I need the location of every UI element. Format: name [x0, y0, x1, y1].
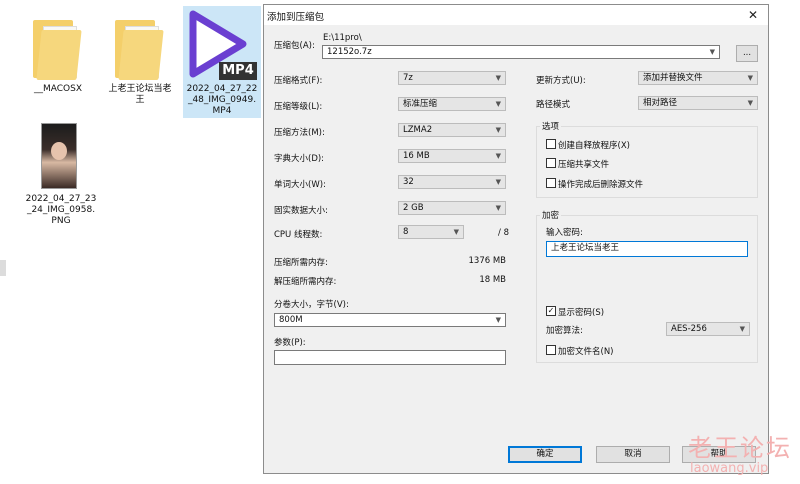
- show-password-label: 显示密码(S): [558, 308, 605, 318]
- encryption-title: 加密: [540, 209, 562, 221]
- file-label: __MACOSX: [33, 84, 82, 94]
- password-label: 输入密码:: [546, 228, 583, 238]
- watermark-logo: 老王论坛: [688, 434, 792, 462]
- shared-checkbox[interactable]: [546, 158, 556, 168]
- threads-select[interactable]: 8 ▼: [398, 225, 464, 239]
- add-to-archive-dialog: 添加到压缩包 ✕ 压缩包(A): E:\11pro\ 12152o.7z ▼ ..…: [263, 4, 769, 474]
- dialog-title: 添加到压缩包: [267, 12, 325, 23]
- dict-select[interactable]: 16 MB ▼: [398, 149, 506, 163]
- solid-select[interactable]: 2 GB ▼: [398, 201, 506, 215]
- word-select[interactable]: 32 ▼: [398, 175, 506, 189]
- watermark-url: laowang.vip: [690, 461, 769, 476]
- mem-comp-value: 1376 MB: [468, 256, 507, 266]
- split-label: 分卷大小，字节(V):: [274, 300, 349, 310]
- folder-macosx[interactable]: __MACOSX: [19, 6, 97, 94]
- path-label: 路径模式: [536, 100, 571, 110]
- browse-button[interactable]: ...: [736, 45, 758, 62]
- delete-source-label: 操作完成后删除源文件: [558, 180, 644, 190]
- archive-path: E:\11pro\: [323, 33, 362, 43]
- password-input[interactable]: 上老王论坛当老王: [546, 241, 748, 257]
- params-label: 参数(P):: [274, 338, 306, 348]
- mem-decomp-label: 解压缩所需内存:: [274, 277, 337, 287]
- options-title: 选项: [540, 120, 562, 132]
- dict-label: 字典大小(D):: [274, 154, 325, 164]
- folder-icon: [33, 16, 83, 80]
- mem-comp-label: 压缩所需内存:: [274, 258, 328, 268]
- sfx-label: 创建自释放程序(X): [558, 141, 630, 151]
- ok-button[interactable]: 确定: [508, 446, 582, 463]
- level-select[interactable]: 标准压缩 ▼: [398, 97, 506, 111]
- file-label: 上老王论坛当老王: [108, 84, 172, 105]
- update-label: 更新方式(U):: [536, 76, 586, 86]
- word-label: 单词大小(W):: [274, 180, 326, 190]
- mem-decomp-value: 18 MB: [479, 275, 506, 285]
- algo-label: 加密算法:: [546, 326, 583, 336]
- shared-label: 压缩共享文件: [558, 160, 610, 170]
- file-label: 2022_04_27_22 _48_IMG_0949. MP4: [186, 84, 258, 116]
- delete-source-checkbox[interactable]: [546, 178, 556, 188]
- sfx-checkbox[interactable]: [546, 139, 556, 149]
- encrypt-names-checkbox[interactable]: [546, 345, 556, 355]
- close-icon[interactable]: ✕: [740, 5, 766, 25]
- scrollbar-fragment: [0, 260, 6, 276]
- params-input[interactable]: [274, 350, 506, 365]
- level-label: 压缩等级(L):: [274, 102, 323, 112]
- archive-label: 压缩包(A):: [274, 41, 315, 51]
- video-file-mp4[interactable]: MP4 2022_04_27_22 _48_IMG_0949. MP4: [183, 6, 261, 118]
- threads-max: / 8: [498, 228, 509, 238]
- solid-label: 固实数据大小:: [274, 206, 328, 216]
- split-combo[interactable]: 800M ▼: [274, 313, 506, 327]
- cancel-button[interactable]: 取消: [596, 446, 670, 463]
- chevron-down-icon: ▼: [709, 48, 715, 56]
- format-label: 压缩格式(F):: [274, 76, 323, 86]
- algo-select[interactable]: AES-256 ▼: [666, 322, 750, 336]
- method-label: 压缩方法(M):: [274, 128, 325, 138]
- title-bar: 添加到压缩包 ✕: [264, 5, 768, 25]
- archive-name-combo[interactable]: 12152o.7z ▼: [322, 45, 720, 59]
- threads-label: CPU 线程数:: [274, 230, 323, 240]
- method-select[interactable]: LZMA2 ▼: [398, 123, 506, 137]
- file-label-png: 2022_04_27_23 _24_IMG_0958. PNG: [25, 194, 97, 226]
- encrypt-names-label: 加密文件名(N): [558, 347, 614, 357]
- image-thumbnail[interactable]: [41, 123, 77, 189]
- mp4-badge: MP4: [219, 62, 257, 80]
- show-password-checkbox[interactable]: ✓: [546, 306, 556, 316]
- format-select[interactable]: 7z ▼: [398, 71, 506, 85]
- path-select[interactable]: 相对路径 ▼: [638, 96, 758, 110]
- folder-icon: [115, 16, 165, 80]
- update-select[interactable]: 添加并替换文件 ▼: [638, 71, 758, 85]
- folder-laowang[interactable]: 上老王论坛当老王: [101, 6, 179, 105]
